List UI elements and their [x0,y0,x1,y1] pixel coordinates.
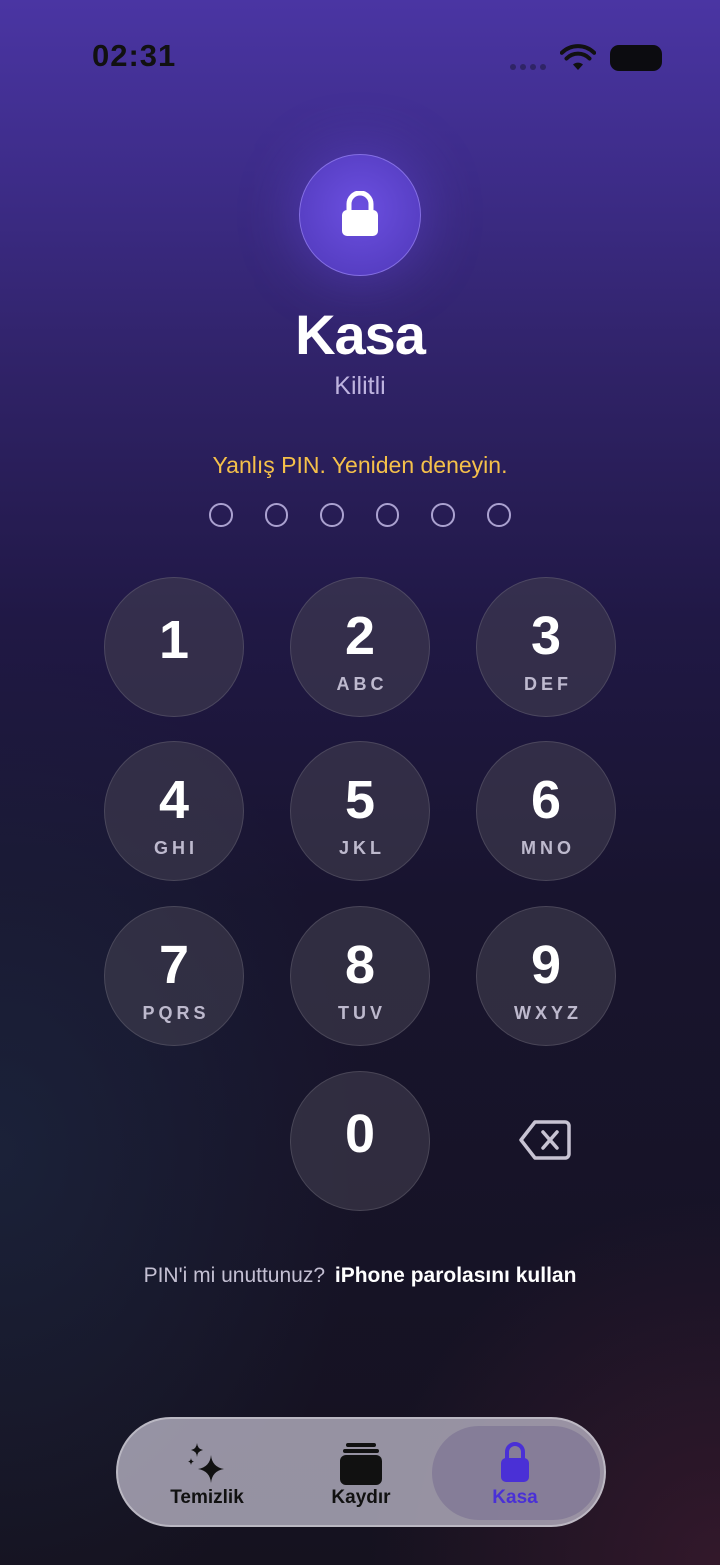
backspace-icon[interactable] [518,1118,572,1162]
error-message: Yanlış PIN. Yeniden deneyin. [212,452,508,478]
key-1[interactable]: 1 [104,577,244,717]
tab-kaydir[interactable]: Kaydır [286,1431,436,1517]
pin-dot [264,503,289,527]
sparkles-icon [188,1443,224,1483]
lock-icon [501,1442,529,1482]
forgot-pin-text: PIN'i mi unuttunuz? [143,1264,326,1287]
vault-lock-icon [299,154,421,276]
cards-stack-icon [340,1443,382,1485]
cellular-signal-icon [510,64,546,70]
status-bar: 02:31 [0,0,720,110]
pin-indicator [209,503,511,527]
key-3[interactable]: 3 DEF [476,577,616,717]
pin-dot [209,503,233,527]
page-title: Kasa [295,303,426,366]
key-6[interactable]: 6 MNO [476,741,616,881]
lock-icon [342,191,378,236]
tab-kasa[interactable]: Kasa [440,1431,590,1517]
pin-dot [431,503,455,527]
battery-icon [610,45,662,71]
key-7[interactable]: 7 PQRS [104,906,244,1046]
key-9[interactable]: 9 WXYZ [476,906,616,1046]
key-2[interactable]: 2 ABC [290,577,430,717]
pin-dot [486,503,511,527]
key-0[interactable]: 0 [290,1071,430,1211]
page-subtitle: Kilitli [334,372,386,400]
forgot-pin-row: PIN'i mi unuttunuz? iPhone parolasını ku… [0,1264,720,1288]
key-8[interactable]: 8 TUV [290,906,430,1046]
tab-bar: Temizlik Kaydır Kasa [116,1417,606,1527]
wifi-icon [560,44,596,70]
key-4[interactable]: 4 GHI [104,741,244,881]
status-time: 02:31 [92,38,177,73]
tab-temizlik[interactable]: Temizlik [132,1431,282,1517]
key-5[interactable]: 5 JKL [290,741,430,881]
pin-dot [375,503,400,527]
pin-dot [320,503,344,527]
use-iphone-passcode-link[interactable]: iPhone parolasını kullan [335,1264,577,1287]
